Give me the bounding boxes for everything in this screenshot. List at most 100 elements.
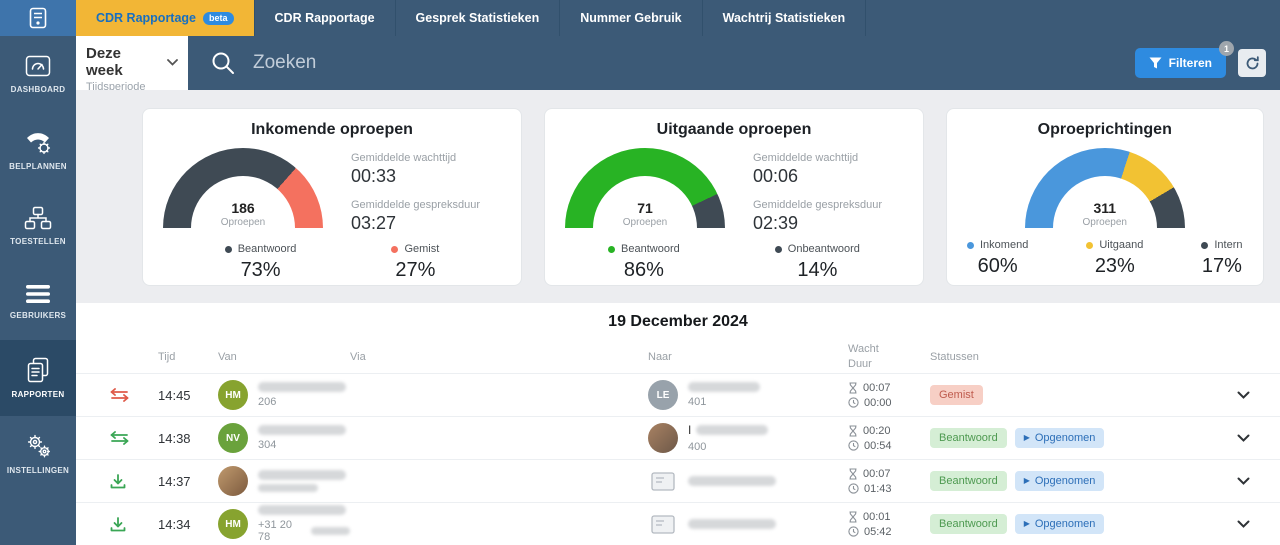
redacted-name — [258, 425, 346, 435]
clock-icon — [848, 397, 859, 408]
chevron-down-icon[interactable] — [1237, 391, 1250, 399]
redacted-number — [311, 527, 350, 535]
toolbar: Deze week Tijdsperiode Filteren 1 — [76, 36, 1280, 90]
wait-duration: 00:01 05:42 — [848, 511, 930, 538]
call-time: 14:45 — [158, 388, 218, 403]
legend-label: Onbeantwoord — [788, 243, 860, 255]
tab-label: Wachtrij Statistieken — [723, 11, 846, 25]
legend-label: Inkomend — [980, 239, 1028, 251]
clock-icon — [848, 483, 859, 494]
tab-nummer-gebruik[interactable]: Nummer Gebruik — [560, 0, 702, 36]
status-cell: Beantwoord ▶Opgenomen — [930, 471, 1220, 491]
outgoing-calls-card: Uitgaande oproepen 71 Oproepen Gemiddeld… — [544, 108, 924, 286]
sidebar-item-label: INSTELLINGEN — [7, 466, 69, 475]
play-icon: ▶ — [1024, 477, 1030, 485]
table-row[interactable]: 14:38 NV 304 I 400 — [76, 416, 1280, 459]
column-header-naar: Naar — [648, 350, 848, 365]
avatar: LE — [648, 380, 678, 410]
call-duration: 00:00 — [864, 397, 892, 409]
sidebar-item-gebruikers[interactable]: GEBRUIKERS — [0, 264, 76, 340]
sidebar-item-dashboard[interactable]: DASHBOARD — [0, 36, 76, 112]
period-select[interactable]: Deze week Tijdsperiode — [76, 36, 188, 90]
status-cell: Gemist — [930, 385, 1220, 405]
status-badge-beantwoord: Beantwoord — [930, 514, 1007, 534]
internal-call-missed-icon — [110, 388, 158, 402]
filter-button[interactable]: Filteren 1 — [1135, 48, 1226, 78]
gauge-caption: Oproepen — [1025, 217, 1185, 228]
sidebar-item-label: GEBRUIKERS — [10, 311, 66, 320]
search-bar — [188, 50, 1135, 76]
call-from — [218, 466, 350, 496]
legend-dot — [775, 246, 782, 253]
app-logo[interactable] — [0, 0, 76, 36]
call-to: LE 401 — [648, 380, 848, 410]
pbx-logo-icon — [29, 7, 47, 29]
gauge-total: 71 — [565, 200, 725, 216]
tab-cdr-rapportage[interactable]: CDR Rapportage — [255, 0, 396, 36]
device-card-icon — [648, 466, 678, 496]
content: Inkomende oproepen 186 Oproepen Gemiddel… — [76, 90, 1280, 545]
avatar: HM — [218, 509, 248, 539]
chevron-down-icon[interactable] — [1237, 434, 1250, 442]
legend-item: Beantwoord 86% — [608, 243, 680, 282]
tab-wachtrij-statistieken[interactable]: Wachtrij Statistieken — [703, 0, 867, 36]
refresh-button[interactable] — [1238, 49, 1266, 77]
recording-badge[interactable]: ▶Opgenomen — [1015, 514, 1105, 534]
devices-tree-icon — [24, 206, 52, 230]
legend-percent: 27% — [391, 259, 439, 282]
sidebar-item-belplannen[interactable]: BELPLANNEN — [0, 112, 76, 188]
sidebar-item-instellingen[interactable]: INSTELLINGEN — [0, 416, 76, 492]
tab-label: CDR Rapportage — [96, 11, 196, 25]
sidebar-item-toestellen[interactable]: TOESTELLEN — [0, 188, 76, 264]
tab-gesprek-statistieken[interactable]: Gesprek Statistieken — [396, 0, 561, 36]
call-time: 14:38 — [158, 431, 218, 446]
incoming-call-icon — [110, 474, 158, 489]
date-header: 19 December 2024 — [76, 313, 1280, 331]
legend-item: Beantwoord 73% — [225, 243, 297, 282]
internal-call-answered-icon — [110, 431, 158, 445]
table-row[interactable]: 14:34 HM +31 20 78 — [76, 502, 1280, 545]
table-row[interactable]: 14:37 — [76, 459, 1280, 502]
wait-duration: 00:20 00:54 — [848, 425, 930, 452]
tab-bar: CDR Rapportage beta CDR Rapportage Gespr… — [76, 0, 1280, 36]
wait-time: 00:07 — [863, 382, 891, 394]
avatar: NV — [218, 423, 248, 453]
device-card-icon — [648, 509, 678, 539]
redacted-number — [258, 484, 318, 492]
gauge-total: 311 — [1025, 200, 1185, 216]
tab-cdr-rapportage-beta[interactable]: CDR Rapportage beta — [76, 0, 255, 36]
gears-icon — [24, 433, 52, 459]
stat-label: Gemiddelde gespreksduur — [753, 199, 903, 211]
call-time: 14:37 — [158, 474, 218, 489]
wait-time: 00:01 — [863, 511, 891, 523]
chevron-down-icon[interactable] — [1237, 477, 1250, 485]
legend: Inkomend 60% Uitgaand 23% Intern 17% — [967, 239, 1243, 278]
avatar-photo — [218, 466, 248, 496]
tab-label: CDR Rapportage — [275, 11, 375, 25]
chevron-down-icon[interactable] — [1237, 520, 1250, 528]
card-title: Uitgaande oproepen — [565, 121, 903, 139]
legend-dot — [1201, 242, 1208, 249]
sidebar-item-rapporten[interactable]: RAPPORTEN — [0, 340, 76, 416]
table-row[interactable]: 14:45 HM 206 LE 401 — [76, 373, 1280, 416]
legend-dot — [391, 246, 398, 253]
clock-icon — [848, 526, 859, 537]
legend-dot — [608, 246, 615, 253]
redacted-name — [258, 505, 346, 515]
phone-gear-icon — [24, 129, 52, 155]
gauge-total: 186 — [163, 200, 323, 216]
legend-percent: 73% — [225, 259, 297, 282]
gauge-caption: Oproepen — [163, 217, 323, 228]
legend: Beantwoord 86% Onbeantwoord 14% — [565, 243, 903, 282]
legend-percent: 60% — [967, 255, 1028, 278]
period-value: Deze week — [86, 45, 160, 79]
recording-badge[interactable]: ▶Opgenomen — [1015, 471, 1105, 491]
recording-badge[interactable]: ▶Opgenomen — [1015, 428, 1105, 448]
call-to — [648, 509, 848, 539]
search-input[interactable] — [251, 51, 771, 75]
stat-label: Gemiddelde wachttijd — [351, 152, 501, 164]
name-prefix: I — [688, 423, 691, 437]
call-log-section: 19 December 2024 Tijd Van Via Naar Wacht… — [76, 303, 1280, 545]
phone-number: +31 20 78 — [258, 519, 307, 543]
status-cell: Beantwoord ▶Opgenomen — [930, 514, 1220, 534]
